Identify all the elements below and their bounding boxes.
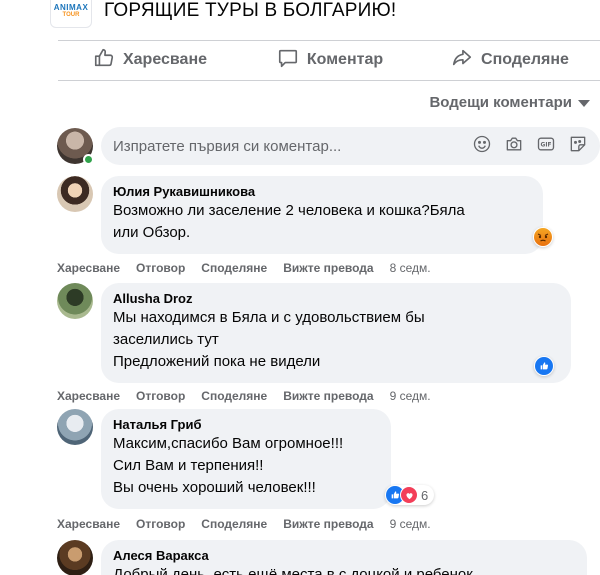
comment-text-line: Сил Вам и терпения!!: [113, 457, 264, 474]
share-label: Споделяне: [481, 51, 569, 68]
sticker-icon[interactable]: [568, 134, 588, 159]
comment-timestamp[interactable]: 8 седм.: [390, 261, 431, 275]
avatar[interactable]: [57, 283, 93, 319]
comment-text-line: Возможно ли заселение 2 человека и кошка…: [113, 202, 465, 219]
comment-like-link[interactable]: Харесване: [57, 389, 120, 403]
comment-actions: Харесване Отговор Споделяне Вижте превод…: [57, 389, 431, 403]
comment-label: Коментар: [306, 51, 384, 68]
comment-share-link[interactable]: Споделяне: [201, 261, 267, 275]
comment-text-line: Максим,спасибо Вам огромное!!!: [113, 435, 344, 452]
comment-actions: Харесване Отговор Споделяне Вижте превод…: [57, 517, 431, 531]
comment-reply-link[interactable]: Отговор: [136, 389, 185, 403]
comment-bubble: Allusha Droz Мы находимся в Бяла и с удо…: [101, 283, 571, 383]
comment-text-line: Мы находимся в Бяла и с удовольствием бы: [113, 309, 425, 326]
caret-down-icon: [578, 100, 590, 107]
comment-reply-link[interactable]: Отговор: [136, 261, 185, 275]
comment-button[interactable]: Коментар: [240, 47, 420, 74]
angry-reaction-icon: [534, 228, 552, 246]
like-button[interactable]: Харесване: [60, 47, 240, 74]
comment-bubble: Юлия Рукавишникова Возможно ли заселение…: [101, 176, 543, 254]
logo-text-bottom: TOUR: [62, 11, 80, 18]
reaction-count: 6: [421, 487, 429, 503]
comment-text-line: Предложений пока не видели: [113, 353, 321, 370]
page-logo[interactable]: ANIMAX TOUR: [50, 0, 92, 28]
like-reaction-icon: [535, 357, 553, 375]
share-button[interactable]: Споделяне: [420, 47, 600, 74]
post-title: ГОРЯЩИЕ ТУРЫ В БОЛГАРИЮ!: [104, 0, 397, 21]
composer-icons: GIF: [472, 134, 588, 159]
sort-label: Водещи коментари: [429, 94, 572, 111]
avatar[interactable]: [57, 176, 93, 212]
comment-translate-link[interactable]: Вижте превода: [283, 261, 373, 275]
comment-sort-dropdown[interactable]: Водещи коментари: [429, 94, 590, 111]
comment-like-link[interactable]: Харесване: [57, 517, 120, 531]
emoji-icon[interactable]: [472, 134, 492, 159]
love-reaction-icon: [400, 486, 418, 504]
comment-timestamp[interactable]: 9 седм.: [390, 517, 431, 531]
comment-like-link[interactable]: Харесване: [57, 261, 120, 275]
avatar[interactable]: [57, 540, 93, 575]
online-status-dot: [83, 154, 94, 165]
comment-share-link[interactable]: Споделяне: [201, 517, 267, 531]
comment-composer: GIF: [57, 126, 600, 166]
comment-text-line: Вы очень хороший человек!!!: [113, 479, 316, 496]
comment-share-link[interactable]: Споделяне: [201, 389, 267, 403]
comment-reply-link[interactable]: Отговор: [136, 517, 185, 531]
comment-text-line: заселились тут: [113, 331, 219, 348]
reaction-badge[interactable]: [533, 227, 553, 247]
comment-bubble: Алеся Варакса Добрый день, есть ещё мест…: [101, 540, 587, 575]
comment-icon: [277, 47, 299, 74]
reaction-badge[interactable]: [534, 356, 554, 376]
comment-text-line: Добрый день, есть ещё места в с доцкой и…: [113, 566, 473, 575]
avatar[interactable]: [57, 409, 93, 445]
comment-translate-link[interactable]: Вижте превода: [283, 389, 373, 403]
camera-icon[interactable]: [504, 134, 524, 159]
svg-text:GIF: GIF: [541, 142, 552, 148]
comment-bubble: Наталья Гриб Максим,спасибо Вам огромное…: [101, 409, 391, 509]
logo-text-top: ANIMAX: [53, 2, 89, 12]
comment-translate-link[interactable]: Вижте превода: [283, 517, 373, 531]
comment-input-box[interactable]: GIF: [101, 127, 600, 165]
post-actions-bar: Харесване Коментар Споделяне: [60, 41, 600, 79]
reaction-badge[interactable]: 6: [385, 485, 435, 505]
post-card: ANIMAX TOUR ГОРЯЩИЕ ТУРЫ В БОЛГАРИЮ! Хар…: [0, 0, 600, 575]
gif-icon[interactable]: GIF: [536, 134, 556, 159]
comment-timestamp[interactable]: 9 седм.: [390, 389, 431, 403]
comment-author[interactable]: Allusha Droz: [113, 291, 559, 307]
share-icon: [451, 47, 473, 74]
comment-input[interactable]: [113, 137, 472, 155]
divider-bottom: [58, 80, 600, 81]
post-header: ANIMAX TOUR ГОРЯЩИЕ ТУРЫ В БОЛГАРИЮ!: [50, 0, 600, 30]
comment-actions: Харесване Отговор Споделяне Вижте превод…: [57, 261, 431, 275]
comment-author[interactable]: Наталья Гриб: [113, 417, 379, 433]
comment-text-line: или Обзор.: [113, 224, 191, 241]
like-label: Харесване: [122, 51, 207, 68]
comment-author[interactable]: Алеся Варакса: [113, 548, 575, 564]
current-user-avatar[interactable]: [57, 128, 94, 165]
thumbs-up-icon: [93, 47, 115, 74]
comment-author[interactable]: Юлия Рукавишникова: [113, 184, 531, 200]
